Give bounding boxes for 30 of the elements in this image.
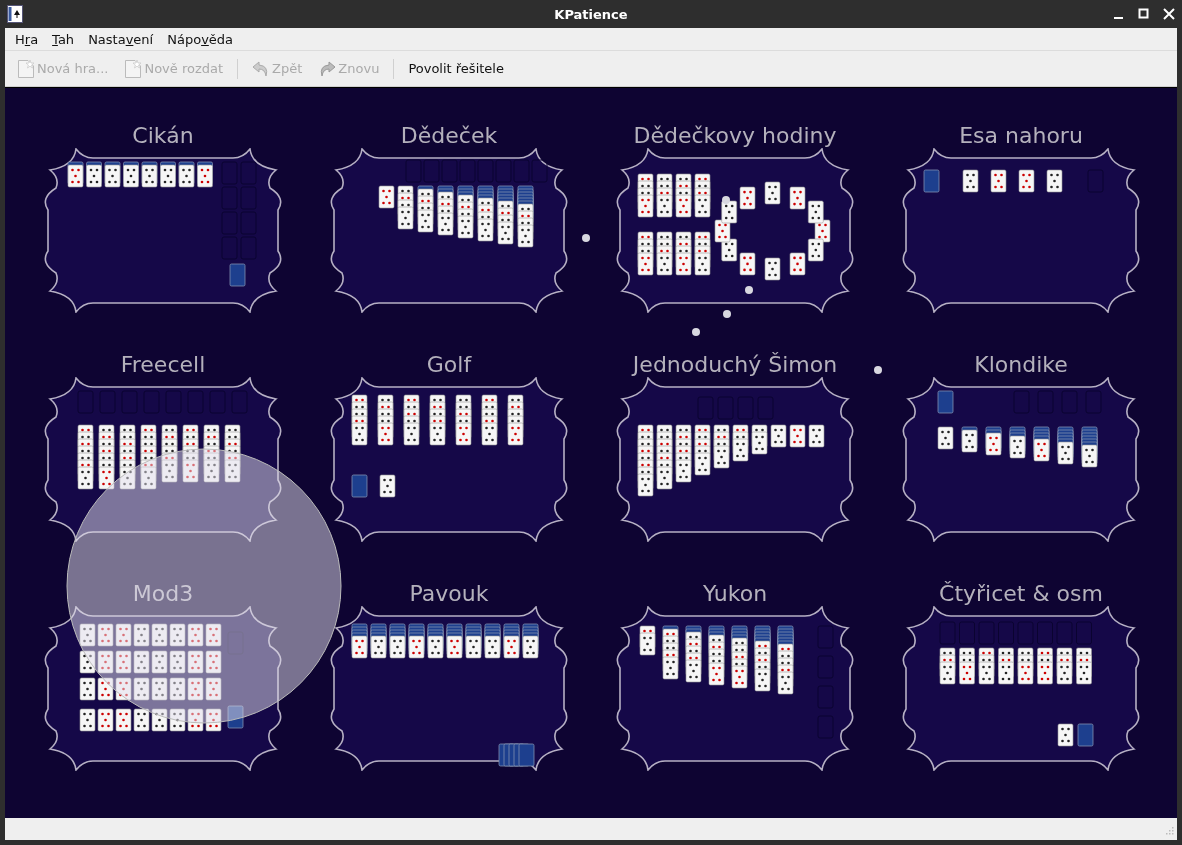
- app-icon: [7, 5, 23, 23]
- menu-item[interactable]: Nastavení: [88, 31, 154, 47]
- game-title[interactable]: Freecell: [120, 353, 206, 377]
- menu-item[interactable]: Nápověda: [167, 31, 234, 47]
- spinner-dot: [745, 286, 753, 294]
- toolbar-button[interactable]: Povolit řešitele: [402, 59, 510, 78]
- spinner-dot: [582, 234, 590, 242]
- menu-item[interactable]: Hra: [15, 31, 39, 47]
- game-title[interactable]: Dědečkovy hodiny: [633, 124, 837, 148]
- spinner-dot: [874, 366, 882, 374]
- game-title[interactable]: Čtyřicet & osm: [939, 582, 1103, 606]
- game-title[interactable]: Cikán: [132, 124, 194, 148]
- game-title[interactable]: Pavouk: [409, 582, 489, 606]
- game-title[interactable]: Jednoduchý Šimon: [632, 353, 838, 377]
- game-title[interactable]: Klondike: [974, 353, 1068, 377]
- resize-grip-icon[interactable]: [1164, 827, 1174, 837]
- game-title[interactable]: Esa nahoru: [959, 124, 1083, 148]
- game-title[interactable]: Yukon: [702, 582, 768, 606]
- menu-item[interactable]: Tah: [52, 31, 75, 47]
- close-icon[interactable]: [1163, 8, 1175, 20]
- new-document-icon: [17, 58, 35, 79]
- new-document-icon: [124, 58, 143, 79]
- game-title[interactable]: Dědeček: [400, 124, 498, 148]
- game-title[interactable]: Golf: [426, 353, 472, 377]
- redo-icon: [318, 59, 337, 78]
- spinner-dot: [723, 310, 731, 318]
- window-title: KPatience: [554, 6, 628, 22]
- spinner-dot: [692, 328, 700, 336]
- spinner-dot: [722, 196, 730, 204]
- maximize-icon[interactable]: [1138, 8, 1150, 20]
